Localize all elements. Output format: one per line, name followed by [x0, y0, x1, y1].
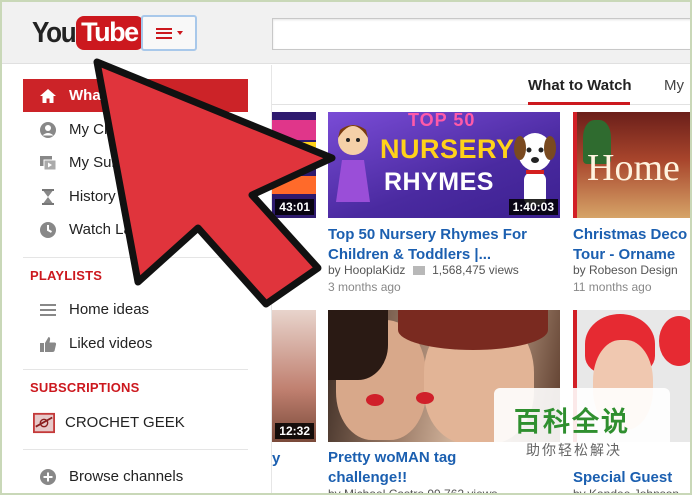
pointer-arrow-annotation: [93, 58, 336, 308]
